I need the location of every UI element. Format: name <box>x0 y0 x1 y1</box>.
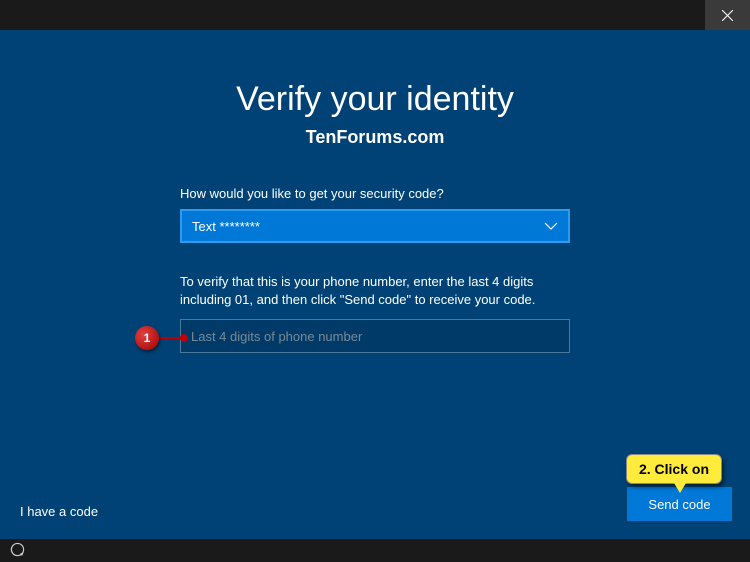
dropdown-selected-text: Text ******** <box>192 219 260 234</box>
method-prompt-label: How would you like to get your security … <box>180 186 570 201</box>
titlebar <box>0 0 750 30</box>
annotation-step-1-connector <box>158 337 182 339</box>
annotation-step-1-endpoint <box>180 334 188 342</box>
watermark-text: TenForums.com <box>180 127 570 148</box>
accessibility-icon[interactable] <box>10 542 25 560</box>
annotation-step-2-callout: 2. Click on <box>626 454 722 484</box>
chevron-down-icon <box>544 222 558 230</box>
verification-method-dropdown[interactable]: Text ******** <box>180 209 570 243</box>
form-section: How would you like to get your security … <box>180 186 570 353</box>
page-title: Verify your identity <box>180 80 570 119</box>
annotation-step-1-badge: 1 <box>135 326 159 350</box>
phone-digits-input[interactable] <box>180 319 570 353</box>
instruction-text: To verify that this is your phone number… <box>180 273 570 309</box>
close-icon <box>722 10 733 21</box>
bottom-bar <box>0 539 750 562</box>
have-code-link[interactable]: I have a code <box>20 504 98 519</box>
content-container: Verify your identity TenForums.com How w… <box>180 80 570 353</box>
close-button[interactable] <box>705 0 750 30</box>
